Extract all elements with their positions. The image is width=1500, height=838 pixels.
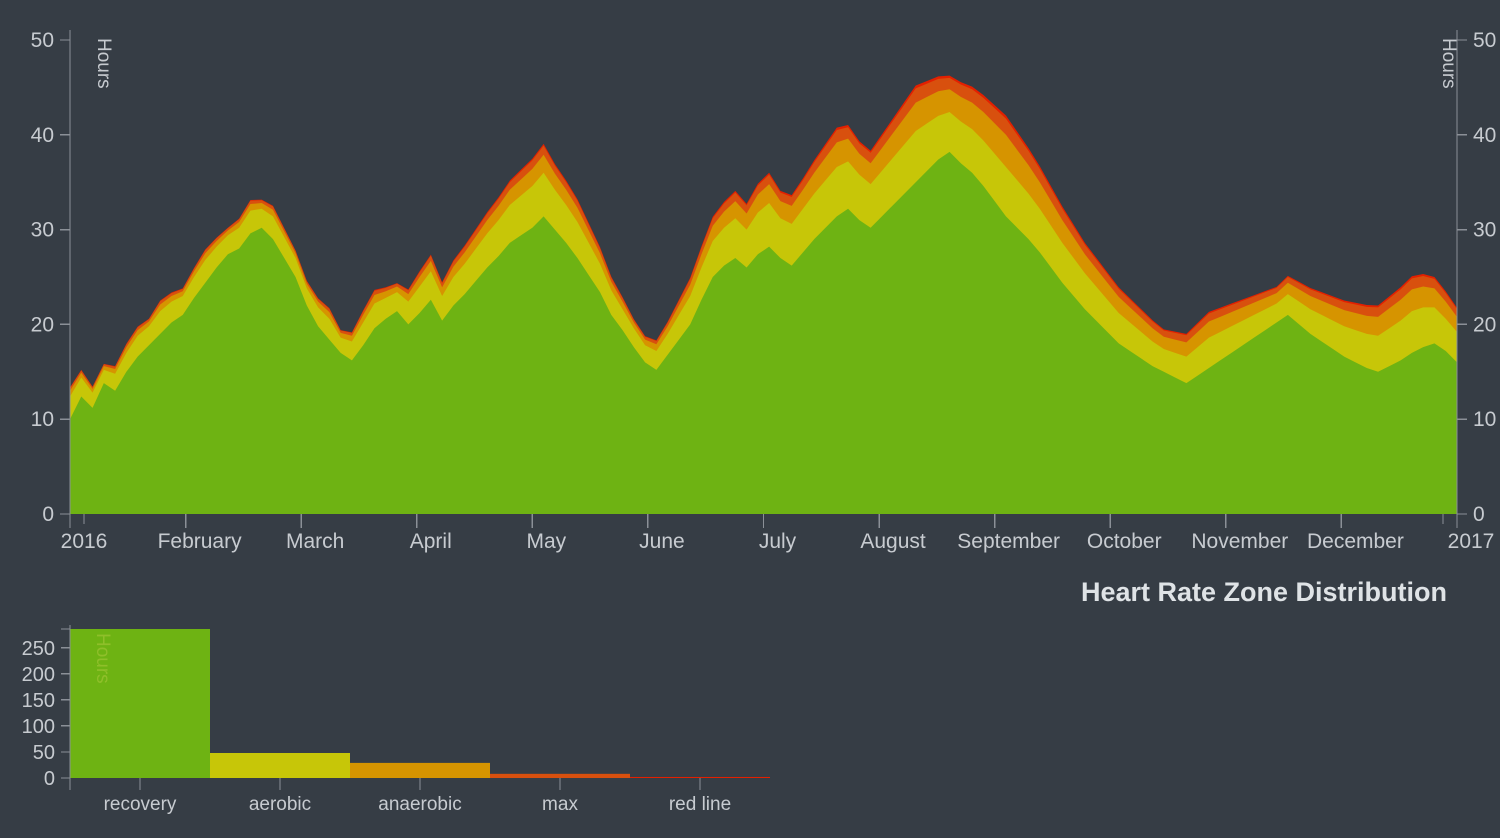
x-tick-label: September — [957, 530, 1060, 553]
left-y-tick-label: 30 — [31, 219, 54, 242]
bar-x-label-max: max — [542, 794, 578, 815]
left-y-tick-label: 10 — [31, 408, 54, 431]
bar-y-tick-label: 150 — [22, 690, 55, 712]
x-tick-label: April — [410, 530, 452, 553]
right-y-tick-label: 50 — [1473, 29, 1496, 52]
bar-anaerobic[interactable] — [350, 762, 490, 778]
right-y-tick-label: 40 — [1473, 124, 1496, 147]
x-tick-label: February — [158, 530, 243, 553]
bar-red-line[interactable] — [630, 776, 770, 778]
bar-x-label-aerobic: aerobic — [249, 794, 311, 815]
x-tick-label: November — [1191, 530, 1288, 553]
right-y-tick-label: 30 — [1473, 219, 1496, 242]
chart-title: Heart Rate Zone Distribution — [1081, 577, 1447, 607]
bar-y-tick-label: 250 — [22, 638, 55, 660]
x-tick-label: August — [860, 530, 926, 553]
bar-y-tick-label: 200 — [22, 664, 55, 686]
x-tick-label: 2017 — [1448, 530, 1495, 553]
right-axis-title: Hours — [1438, 38, 1459, 89]
right-y-tick-label: 20 — [1473, 313, 1496, 336]
left-y-tick-label: 40 — [31, 124, 54, 147]
x-tick-label: July — [759, 530, 797, 553]
bar-max[interactable] — [490, 773, 630, 778]
bar-chart-group — [70, 629, 770, 778]
left-y-tick-label: 0 — [42, 503, 54, 526]
right-y-tick-label: 10 — [1473, 408, 1496, 431]
bar-y-tick-label: 0 — [44, 768, 55, 790]
heart-rate-zone-chart: 0 0 10 10 20 20 30 30 40 40 50 50 2016 February March A… — [22, 29, 1497, 815]
left-y-tick-label: 20 — [31, 313, 54, 336]
left-axis-title: Hours — [93, 38, 114, 89]
x-tick-label: 2016 — [61, 530, 108, 553]
chart-page: 0 0 10 10 20 20 30 30 40 40 50 50 2016 February March A… — [0, 0, 1500, 838]
area-chart-group — [70, 75, 1457, 515]
bar-recovery[interactable] — [70, 629, 210, 778]
x-tick-label: May — [526, 530, 566, 553]
bar-axis-title: Hours — [92, 633, 113, 684]
x-tick-label: June — [639, 530, 685, 553]
bar-y-tick-label: 50 — [33, 742, 55, 764]
bar-aerobic[interactable] — [210, 752, 350, 778]
left-y-tick-label: 50 — [31, 29, 54, 52]
right-y-tick-label: 0 — [1473, 503, 1485, 526]
bar-y-tick-label: 100 — [22, 716, 55, 738]
bar-x-label-anaerobic: anaerobic — [378, 794, 461, 815]
x-tick-label: December — [1307, 530, 1404, 553]
bar-x-label-recovery: recovery — [104, 794, 177, 815]
bar-x-label-red-line: red line — [669, 794, 731, 815]
x-tick-label: March — [286, 530, 344, 553]
x-tick-label: October — [1087, 530, 1162, 553]
